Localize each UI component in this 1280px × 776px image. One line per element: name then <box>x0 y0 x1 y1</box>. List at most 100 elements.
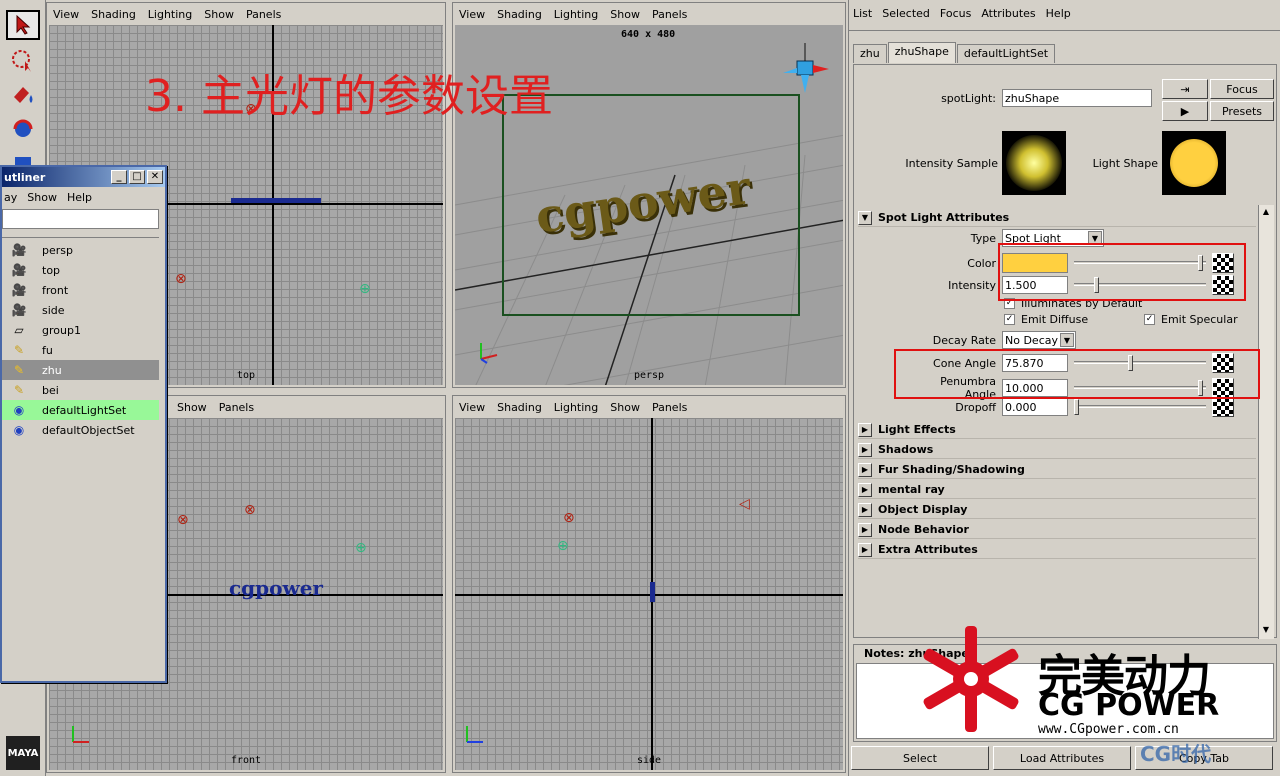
emit-specular-checkbox[interactable]: ✓ <box>1144 314 1155 325</box>
dropoff-field[interactable]: 0.000 <box>1002 398 1068 416</box>
menu-help[interactable]: Help <box>67 191 92 204</box>
spotlight-icon: ✎ <box>13 343 25 357</box>
menu-shading[interactable]: Shading <box>91 8 136 21</box>
section-shadows[interactable]: ▶ Shadows <box>858 441 1256 459</box>
resolution-gate-label: 640 x 480 <box>621 29 676 40</box>
menu-view[interactable]: View <box>459 8 485 21</box>
set-icon: ◉ <box>13 403 25 417</box>
outliner-item-top[interactable]: 🎥 top <box>2 260 159 280</box>
menu-panels[interactable]: Panels <box>652 8 687 21</box>
menu-selected[interactable]: Selected <box>882 7 930 20</box>
section-label: Spot Light Attributes <box>878 211 1010 224</box>
axis-indicator-icon <box>480 343 498 364</box>
light-icon[interactable]: ⊗ <box>563 510 575 526</box>
outliner-item-group1[interactable]: ▱ group1 <box>2 320 159 340</box>
viewport-label: front <box>230 755 262 766</box>
section-mental-ray[interactable]: ▶ mental ray <box>858 481 1256 499</box>
section-object-display[interactable]: ▶ Object Display <box>858 501 1256 519</box>
menu-shading[interactable]: Shading <box>497 401 542 414</box>
section-spot-light-attributes[interactable]: ▼ Spot Light Attributes <box>858 209 1256 227</box>
menu-show[interactable]: Show <box>610 8 640 21</box>
decay-rate-dropdown[interactable]: No Decay ▼ <box>1002 331 1076 349</box>
section-light-effects[interactable]: ▶ Light Effects <box>858 421 1256 439</box>
tab-defaultlightset[interactable]: defaultLightSet <box>956 44 1056 63</box>
menu-view[interactable]: View <box>53 8 79 21</box>
light-icon[interactable]: ⊕ <box>557 538 569 554</box>
focus-arrow-button[interactable]: ⇥ <box>1162 79 1208 99</box>
menu-show[interactable]: Show <box>204 8 234 21</box>
cgpower-text[interactable]: cgpower <box>229 576 323 600</box>
menu-focus[interactable]: Focus <box>940 7 971 20</box>
menu-show[interactable]: Show <box>610 401 640 414</box>
light-icon[interactable]: ⊗ <box>177 512 189 528</box>
camera-icon: 🎥 <box>11 303 27 317</box>
menu-show[interactable]: Show <box>177 401 207 414</box>
menu-list[interactable]: List <box>853 7 872 20</box>
chevron-right-icon: ▶ <box>858 482 872 497</box>
viewport-label: side <box>636 755 662 766</box>
outliner-item-front[interactable]: 🎥 front <box>2 280 159 300</box>
outliner-item-defaultobjectset[interactable]: ◉ defaultObjectSet <box>2 420 159 440</box>
tab-zhushape[interactable]: zhuShape <box>887 42 956 63</box>
menu-lighting[interactable]: Lighting <box>554 8 598 21</box>
menu-show[interactable]: Show <box>27 191 57 204</box>
outliner-item-bei[interactable]: ✎ bei <box>2 380 159 400</box>
focus-button[interactable]: Focus <box>1210 79 1274 99</box>
tab-zhu[interactable]: zhu <box>853 44 887 63</box>
view-cube-icon[interactable] <box>779 35 839 95</box>
lasso-icon <box>12 50 31 72</box>
outliner-item-defaultlightset[interactable]: ◉ defaultLightSet <box>2 400 159 420</box>
light-icon[interactable]: ⊗ <box>244 502 256 518</box>
menu-panels[interactable]: Panels <box>652 401 687 414</box>
outliner-item-persp[interactable]: 🎥 persp <box>2 240 159 260</box>
viewport-canvas[interactable]: ⊗ ⊕ ◁ side <box>455 418 843 770</box>
node-name-field[interactable]: zhuShape <box>1002 89 1152 107</box>
lasso-tool-button[interactable] <box>6 46 40 76</box>
outliner-item-side[interactable]: 🎥 side <box>2 300 159 320</box>
select-tool-button[interactable] <box>6 10 40 40</box>
light-icon[interactable]: ◁ <box>739 496 750 512</box>
menu-panels[interactable]: Panels <box>219 401 254 414</box>
menu-attributes[interactable]: Attributes <box>981 7 1035 20</box>
attr-tabs: zhu zhuShape defaultLightSet <box>853 42 1056 63</box>
maximize-icon[interactable]: □ <box>129 170 145 184</box>
section-extra-attributes[interactable]: ▶ Extra Attributes <box>858 541 1256 559</box>
outliner-filter-input[interactable] <box>2 209 159 229</box>
attr-scrollbar[interactable]: ▲ ▼ <box>1258 205 1274 639</box>
light-icon[interactable]: ⊗ <box>175 271 187 287</box>
scroll-up-icon[interactable]: ▲ <box>1260 207 1272 219</box>
outliner-item-label: top <box>42 263 61 277</box>
color-label: Color <box>967 256 996 270</box>
menu-display[interactable]: ay <box>4 191 17 204</box>
presets-button[interactable]: Presets <box>1210 101 1274 121</box>
section-fur-shading[interactable]: ▶ Fur Shading/Shadowing <box>858 461 1256 479</box>
light-icon[interactable]: ⊕ <box>359 281 371 297</box>
chevron-right-icon: ▶ <box>858 502 872 517</box>
section-label: mental ray <box>878 483 945 496</box>
menu-lighting[interactable]: Lighting <box>554 401 598 414</box>
emit-specular-label: Emit Specular <box>1161 313 1238 326</box>
outliner-item-zhu[interactable]: ✎ zhu <box>2 360 159 380</box>
menu-panels[interactable]: Panels <box>246 8 281 21</box>
light-icon[interactable]: ⊕ <box>355 540 367 556</box>
close-icon[interactable]: ✕ <box>147 170 163 184</box>
outliner-item-label: fu <box>42 343 53 357</box>
type-label: Type <box>970 231 996 245</box>
minimize-icon[interactable]: _ <box>111 170 127 184</box>
menu-lighting[interactable]: Lighting <box>148 8 192 21</box>
section-label: Fur Shading/Shadowing <box>878 463 1025 476</box>
section-node-behavior[interactable]: ▶ Node Behavior <box>858 521 1256 539</box>
paint-tool-button[interactable] <box>6 80 40 110</box>
outliner-titlebar[interactable]: utliner _ □ ✕ <box>2 167 165 187</box>
emit-diffuse-checkbox[interactable]: ✓ <box>1004 314 1015 325</box>
menu-view[interactable]: View <box>459 401 485 414</box>
menu-shading[interactable]: Shading <box>497 8 542 21</box>
dropoff-slider[interactable] <box>1074 398 1206 416</box>
map-button-icon[interactable] <box>1212 397 1234 417</box>
attr-panel: spotLight: zhuShape ⇥ Focus ▶ Presets In… <box>853 64 1277 639</box>
menu-help[interactable]: Help <box>1046 7 1071 20</box>
outliner-item-fu[interactable]: ✎ fu <box>2 340 159 360</box>
rotate-tool-button[interactable] <box>6 114 40 144</box>
outliner-window: utliner _ □ ✕ ay Show Help 🎥 persp 🎥 top… <box>0 165 167 683</box>
presets-arrow-button[interactable]: ▶ <box>1162 101 1208 121</box>
